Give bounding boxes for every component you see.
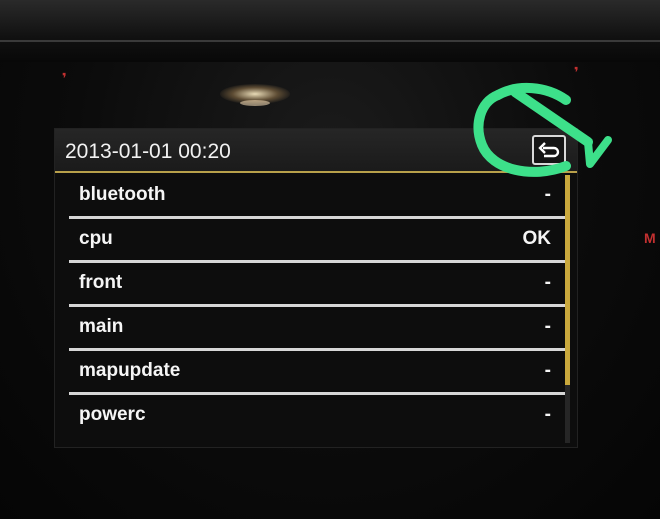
- bezel-side-label: M: [644, 230, 656, 246]
- module-status-list: bluetooth - cpu OK front - main - mapupd…: [69, 175, 567, 439]
- scrollbar-thumb[interactable]: [565, 175, 570, 385]
- list-item-status: -: [544, 272, 551, 293]
- back-button[interactable]: [532, 135, 566, 165]
- bezel-top-panel: [0, 0, 660, 62]
- list-item-powerc[interactable]: powerc -: [69, 395, 567, 439]
- list-item-status: -: [544, 404, 551, 425]
- list-item-label: mapupdate: [79, 360, 181, 381]
- list-item-label: front: [79, 272, 123, 293]
- list-item-status: OK: [522, 228, 552, 249]
- back-arrow-icon: [538, 142, 560, 158]
- list-item-status: -: [544, 360, 551, 381]
- ambient-light-reflection-secondary: [240, 100, 270, 106]
- list-item-status: -: [544, 184, 551, 205]
- list-item-label: powerc: [79, 404, 146, 425]
- bezel-seam: [0, 40, 660, 42]
- datetime-label: 2013-01-01 00:20: [65, 140, 231, 163]
- bezel-red-indicator-left: ❜: [62, 70, 67, 86]
- list-item-label: cpu: [79, 228, 113, 249]
- list-item-front[interactable]: front -: [69, 263, 567, 307]
- header-divider: [55, 171, 577, 173]
- list-item-bluetooth[interactable]: bluetooth -: [69, 175, 567, 219]
- list-item-main[interactable]: main -: [69, 307, 567, 351]
- list-item-label: bluetooth: [79, 184, 166, 205]
- list-item-cpu[interactable]: cpu OK: [69, 219, 567, 263]
- list-item-label: main: [79, 316, 124, 337]
- header-bar: 2013-01-01 00:20: [55, 129, 577, 173]
- bezel-red-indicator-right: ❜: [574, 64, 579, 80]
- list-item-mapupdate[interactable]: mapupdate -: [69, 351, 567, 395]
- display-screen: 2013-01-01 00:20 bluetooth - cpu OK fron…: [54, 128, 578, 448]
- list-item-status: -: [544, 316, 551, 337]
